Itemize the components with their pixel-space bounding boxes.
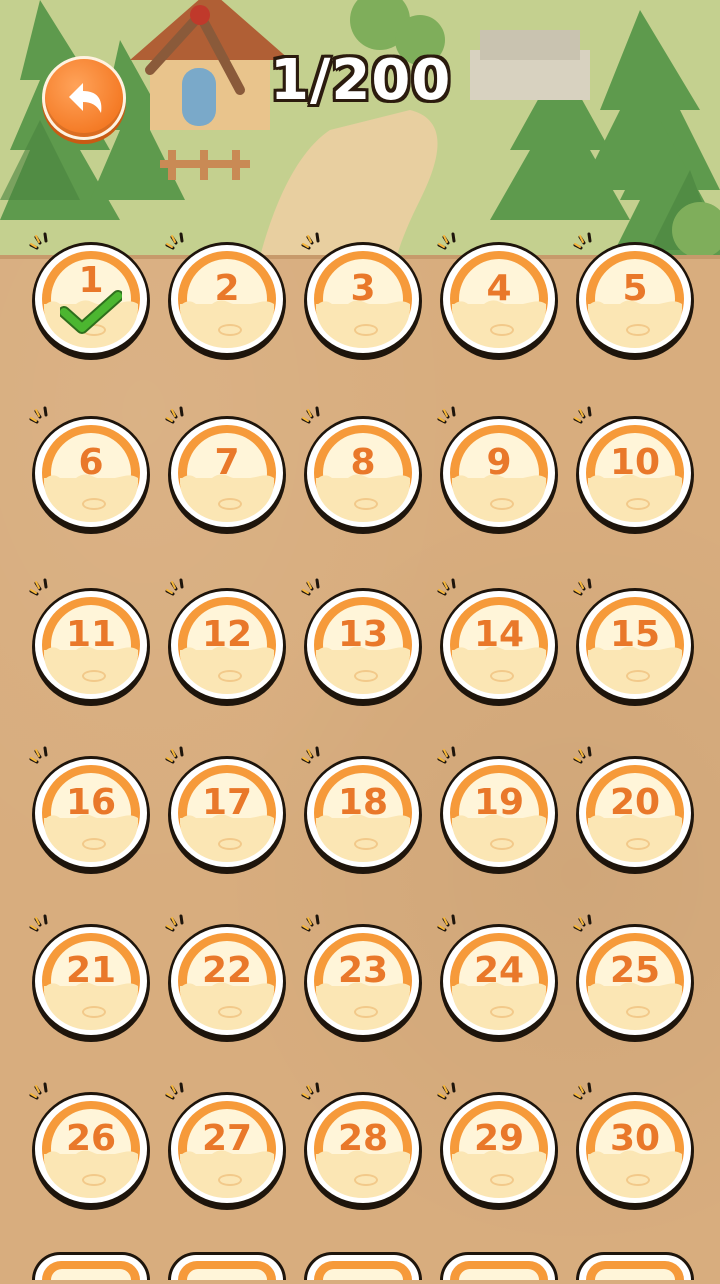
- sparkle-icon: [572, 746, 598, 766]
- level-number: 26: [65, 1118, 117, 1159]
- level-number: 30: [609, 1118, 661, 1159]
- sparkle-icon: [436, 746, 462, 766]
- level-button-partial: [32, 1252, 150, 1280]
- sparkle-icon: [28, 746, 54, 766]
- level-number: 24: [473, 950, 525, 991]
- level-button[interactable]: 2: [168, 242, 286, 360]
- level-number: 2: [214, 268, 240, 309]
- level-button[interactable]: 9: [440, 416, 558, 534]
- level-number: 28: [337, 1118, 389, 1159]
- level-button[interactable]: 4: [440, 242, 558, 360]
- sparkle-icon: [436, 232, 462, 252]
- sparkle-icon: [164, 406, 190, 426]
- level-button[interactable]: 16: [32, 756, 150, 874]
- level-button-partial: [440, 1252, 558, 1280]
- back-button[interactable]: [42, 56, 126, 140]
- level-number: 13: [337, 614, 389, 655]
- level-number: 11: [65, 614, 117, 655]
- level-progress-counter: 1/200: [270, 48, 452, 113]
- level-number: 29: [473, 1118, 525, 1159]
- level-button-partial: [304, 1252, 422, 1280]
- level-button-partial: [576, 1252, 694, 1280]
- level-button[interactable]: 27: [168, 1092, 286, 1210]
- sparkle-icon: [572, 406, 598, 426]
- level-button[interactable]: 17: [168, 756, 286, 874]
- level-button-partial: [168, 1252, 286, 1280]
- level-button[interactable]: 5: [576, 242, 694, 360]
- level-number: 8: [350, 442, 376, 483]
- level-number: 21: [65, 950, 117, 991]
- sparkle-icon: [300, 746, 326, 766]
- sparkle-icon: [164, 578, 190, 598]
- sparkle-icon: [300, 406, 326, 426]
- level-number: 15: [609, 614, 661, 655]
- level-button[interactable]: 28: [304, 1092, 422, 1210]
- level-button[interactable]: 19: [440, 756, 558, 874]
- level-button[interactable]: 13: [304, 588, 422, 706]
- level-button[interactable]: 24: [440, 924, 558, 1042]
- sparkle-icon: [572, 1082, 598, 1102]
- sparkle-icon: [164, 232, 190, 252]
- sparkle-icon: [28, 578, 54, 598]
- level-button[interactable]: 7: [168, 416, 286, 534]
- level-button[interactable]: 1: [32, 242, 150, 360]
- sparkle-icon: [28, 232, 54, 252]
- sparkle-icon: [300, 578, 326, 598]
- level-number: 27: [201, 1118, 253, 1159]
- level-number: 14: [473, 614, 525, 655]
- level-button[interactable]: 20: [576, 756, 694, 874]
- sparkle-icon: [436, 578, 462, 598]
- level-button[interactable]: 25: [576, 924, 694, 1042]
- sparkle-icon: [28, 1082, 54, 1102]
- sparkle-icon: [300, 1082, 326, 1102]
- level-button[interactable]: 12: [168, 588, 286, 706]
- level-number: 3: [350, 268, 376, 309]
- level-button[interactable]: 10: [576, 416, 694, 534]
- level-number: 17: [201, 782, 253, 823]
- level-number: 6: [78, 442, 104, 483]
- level-number: 4: [486, 268, 512, 309]
- level-button[interactable]: 29: [440, 1092, 558, 1210]
- level-button[interactable]: 30: [576, 1092, 694, 1210]
- level-button[interactable]: 3: [304, 242, 422, 360]
- level-number: 19: [473, 782, 525, 823]
- sparkle-icon: [436, 914, 462, 934]
- undo-arrow-icon: [69, 83, 102, 113]
- level-button[interactable]: 6: [32, 416, 150, 534]
- level-number: 22: [201, 950, 253, 991]
- level-button[interactable]: 22: [168, 924, 286, 1042]
- sparkle-icon: [572, 232, 598, 252]
- level-button[interactable]: 14: [440, 588, 558, 706]
- level-button[interactable]: 11: [32, 588, 150, 706]
- sparkle-icon: [164, 746, 190, 766]
- level-button[interactable]: 18: [304, 756, 422, 874]
- level-button[interactable]: 15: [576, 588, 694, 706]
- level-button[interactable]: 26: [32, 1092, 150, 1210]
- sparkle-icon: [572, 914, 598, 934]
- level-number: 9: [486, 442, 512, 483]
- sparkle-icon: [28, 914, 54, 934]
- sparkle-icon: [572, 578, 598, 598]
- level-button[interactable]: 21: [32, 924, 150, 1042]
- sparkle-icon: [164, 914, 190, 934]
- sparkle-icon: [436, 1082, 462, 1102]
- level-number: 20: [609, 782, 661, 823]
- level-number: 23: [337, 950, 389, 991]
- sparkle-icon: [300, 914, 326, 934]
- level-button[interactable]: 23: [304, 924, 422, 1042]
- sparkle-icon: [300, 232, 326, 252]
- level-number: 25: [609, 950, 661, 991]
- sparkle-icon: [164, 1082, 190, 1102]
- level-number: 18: [337, 782, 389, 823]
- level-number: 12: [201, 614, 253, 655]
- sparkle-icon: [28, 406, 54, 426]
- level-number: 10: [609, 442, 661, 483]
- level-number: 5: [622, 268, 648, 309]
- level-number: 16: [65, 782, 117, 823]
- sparkle-icon: [436, 406, 462, 426]
- level-button[interactable]: 8: [304, 416, 422, 534]
- completed-check-icon: [58, 290, 124, 338]
- level-number: 7: [214, 442, 240, 483]
